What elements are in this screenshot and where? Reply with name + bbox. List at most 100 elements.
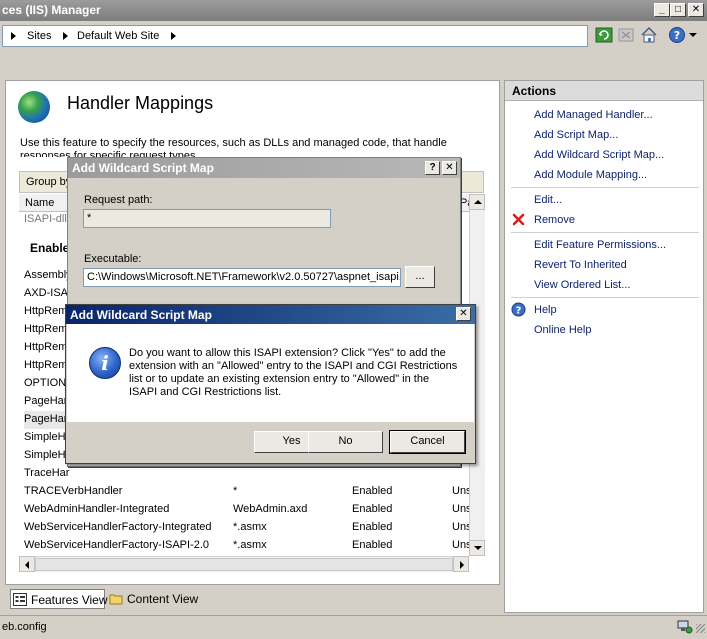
window-title: ces (IIS) Manager [2, 3, 101, 17]
breadcrumb-arrow-icon[interactable] [11, 32, 16, 40]
close-window-button[interactable]: ✕ [688, 3, 704, 17]
tab-content-view-label: Content View [127, 592, 199, 606]
row-path: *.asmx [233, 539, 267, 551]
group-by-label: Group by [26, 176, 72, 188]
horizontal-scrollbar[interactable] [19, 556, 469, 572]
svg-text:?: ? [516, 306, 522, 317]
executable-label: Executable: [84, 253, 142, 265]
remove-link[interactable]: Remove [534, 214, 575, 226]
svg-text:?: ? [674, 29, 680, 42]
actions-title: Actions [512, 84, 557, 98]
table-row[interactable]: WebAdminHandler-Integrated WebAdmin.axd … [24, 501, 472, 519]
row-name: AXD-ISAI [24, 287, 72, 299]
confirm-dialog-title-bar: Add Wildcard Script Map ✕ [66, 305, 475, 324]
row-state: Enabled [352, 539, 393, 551]
actions-pane: Actions Add Managed Handler... Add Scrip… [504, 80, 704, 613]
remove-icon [512, 213, 525, 226]
breadcrumb-arrow-icon[interactable] [171, 32, 176, 40]
dialog-close-button[interactable]: ✕ [442, 161, 457, 175]
revert-to-inherited-link[interactable]: Revert To Inherited [534, 259, 627, 271]
tab-features-view[interactable]: Features View [10, 589, 107, 609]
add-managed-handler-link[interactable]: Add Managed Handler... [534, 109, 653, 121]
help-icon: ? [511, 302, 526, 317]
row-name: HttpRem [24, 323, 68, 335]
add-wildcard-script-map-link[interactable]: Add Wildcard Script Map... [534, 149, 664, 161]
actions-separator [511, 187, 699, 188]
window-title-bar: ces (IIS) Manager _ □ ✕ [0, 0, 707, 21]
cancel-button[interactable]: Cancel [389, 430, 466, 454]
breadcrumb-sites[interactable]: Sites [27, 30, 51, 42]
actions-separator [511, 297, 699, 298]
dialog-help-button[interactable]: ? [425, 161, 440, 175]
help-dropdown-icon[interactable] [689, 33, 697, 37]
confirm-dialog-close-button[interactable]: ✕ [456, 307, 471, 321]
resize-grip-icon[interactable] [696, 624, 705, 633]
table-row[interactable]: WebServiceHandlerFactory-ISAPI-2.0 *.asm… [24, 537, 472, 555]
row-name: PageHar [24, 395, 68, 407]
view-tabs: Features View Content View [5, 587, 500, 611]
maximize-button[interactable]: □ [670, 3, 686, 17]
confirm-message: Do you want to allow this ISAPI extensio… [129, 347, 458, 398]
tab-content-view[interactable]: Content View [107, 589, 202, 609]
confirm-dialog-body: i Do you want to allow this ISAPI extens… [67, 324, 474, 422]
scroll-right-button[interactable] [453, 556, 469, 572]
status-bar: eb.config [0, 615, 707, 639]
column-header-name[interactable]: Name [25, 197, 54, 209]
executable-input[interactable]: C:\Windows\Microsoft.NET\Framework\v2.0.… [83, 268, 401, 287]
address-bar[interactable]: Sites Default Web Site [2, 25, 588, 47]
network-status-icon [677, 620, 693, 634]
row-name: HttpRem [24, 305, 68, 317]
confirm-dialog-title: Add Wildcard Script Map [70, 308, 212, 322]
page-title: Handler Mappings [67, 93, 214, 113]
row-name: ISAPI-dll [24, 213, 67, 225]
row-path: * [233, 485, 238, 497]
request-path-input[interactable]: * [83, 209, 331, 228]
table-row[interactable]: TRACEVerbHandler * Enabled Uns [24, 483, 472, 501]
row-state: Enabled [352, 503, 393, 515]
dialog-title-bar: Add Wildcard Script Map ? ✕ [68, 158, 460, 178]
row-path: WebAdmin.axd [233, 503, 308, 515]
home-icon[interactable] [640, 26, 658, 44]
stop-icon[interactable] [617, 26, 635, 44]
scroll-left-button[interactable] [19, 556, 35, 572]
status-text: eb.config [2, 621, 47, 633]
row-name: TRACEVerbHandler [24, 485, 123, 497]
breadcrumb-arrow-icon[interactable] [63, 32, 68, 40]
table-row[interactable]: WebServiceHandlerFactory-Integrated *.as… [24, 519, 472, 537]
edit-link[interactable]: Edit... [534, 194, 562, 206]
content-view-icon [109, 594, 123, 605]
row-name: PageHar [24, 413, 68, 425]
row-state: Enabled [352, 521, 393, 533]
add-script-map-link[interactable]: Add Script Map... [534, 129, 618, 141]
feature-description: Use this feature to specify the resource… [20, 137, 447, 157]
row-name: WebAdminHandler-Integrated [24, 503, 170, 515]
edit-feature-permissions-link[interactable]: Edit Feature Permissions... [534, 239, 666, 251]
row-name: WebServiceHandlerFactory-ISAPI-2.0 [24, 539, 210, 551]
help-link[interactable]: Help [534, 304, 557, 316]
row-name: Assembly [24, 269, 72, 281]
add-module-mapping-link[interactable]: Add Module Mapping... [534, 169, 647, 181]
refresh-icon[interactable] [595, 26, 613, 44]
scroll-down-button[interactable] [469, 540, 485, 556]
actions-header: Actions [505, 81, 703, 101]
horizontal-scroll-thumb[interactable] [35, 558, 453, 571]
table-row[interactable]: TraceHar [24, 465, 464, 483]
minimize-button[interactable]: _ [654, 3, 670, 17]
isapi-confirm-dialog: Add Wildcard Script Map ✕ i Do you want … [65, 304, 476, 464]
features-view-icon [13, 593, 27, 606]
breadcrumb-default-web-site[interactable]: Default Web Site [77, 30, 159, 42]
dialog-title: Add Wildcard Script Map [72, 161, 214, 175]
row-name: WebServiceHandlerFactory-Integrated [24, 521, 212, 533]
help-icon[interactable]: ? [668, 26, 686, 44]
view-ordered-list-link[interactable]: View Ordered List... [534, 279, 630, 291]
no-button[interactable]: No [308, 431, 383, 453]
row-name: HttpRem [24, 341, 68, 353]
information-icon: i [89, 347, 121, 379]
online-help-link[interactable]: Online Help [534, 324, 591, 336]
request-path-label: Request path: [84, 194, 153, 206]
row-name: HttpRem [24, 359, 68, 371]
row-name: TraceHar [24, 467, 70, 479]
browse-button[interactable]: ... [405, 266, 435, 288]
row-path: *.asmx [233, 521, 267, 533]
scroll-up-button[interactable] [469, 194, 485, 210]
